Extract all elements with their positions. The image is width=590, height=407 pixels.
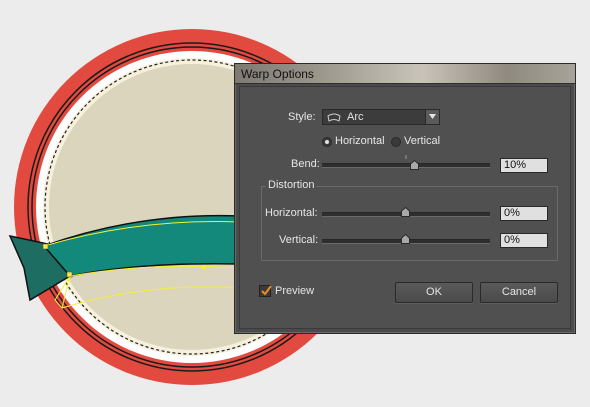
horizontal-distortion-value-field[interactable]: 0% — [500, 206, 548, 221]
bend-slider-track[interactable] — [322, 163, 490, 168]
style-select[interactable]: Arc — [322, 109, 440, 125]
distortion-group-title: Distortion — [266, 179, 317, 191]
bend-slider-center-tick — [405, 155, 407, 159]
arc-warp-icon — [327, 113, 341, 122]
style-value: Arc — [347, 111, 364, 123]
checkmark-icon — [261, 285, 272, 296]
dialog-title: Warp Options — [241, 67, 314, 81]
horizontal-distortion-slider-thumb[interactable] — [401, 207, 410, 217]
dialog-body: Style: Arc Horizontal Vertical Bend: 10% — [239, 86, 571, 329]
cancel-button[interactable]: Cancel — [480, 282, 558, 303]
bend-slider-thumb[interactable] — [410, 160, 419, 170]
horizontal-radio[interactable] — [322, 137, 332, 147]
horizontal-radio-label: Horizontal — [335, 135, 385, 147]
vertical-radio-label: Vertical — [404, 135, 441, 147]
horizontal-distortion-label: Horizontal: — [265, 207, 318, 219]
ok-button[interactable]: OK — [395, 282, 473, 303]
preview-checkbox[interactable] — [259, 285, 272, 297]
vertical-radio[interactable] — [391, 137, 401, 147]
bend-value-field[interactable]: 10% — [500, 158, 548, 173]
vertical-distortion-label: Vertical: — [279, 234, 319, 246]
style-label: Style: — [288, 111, 316, 123]
vertical-distortion-slider-thumb[interactable] — [401, 234, 410, 244]
preview-label: Preview — [275, 285, 315, 297]
style-dropdown-button[interactable] — [425, 110, 439, 124]
bend-label: Bend: — [291, 158, 320, 170]
vertical-distortion-value-field[interactable]: 0% — [500, 233, 548, 248]
warp-options-dialog: Warp Options Style: Arc Horizontal Verti… — [234, 63, 576, 334]
dialog-titlebar[interactable]: Warp Options — [235, 64, 575, 84]
chevron-down-icon — [429, 114, 436, 119]
distortion-group: Distortion — [261, 179, 558, 261]
